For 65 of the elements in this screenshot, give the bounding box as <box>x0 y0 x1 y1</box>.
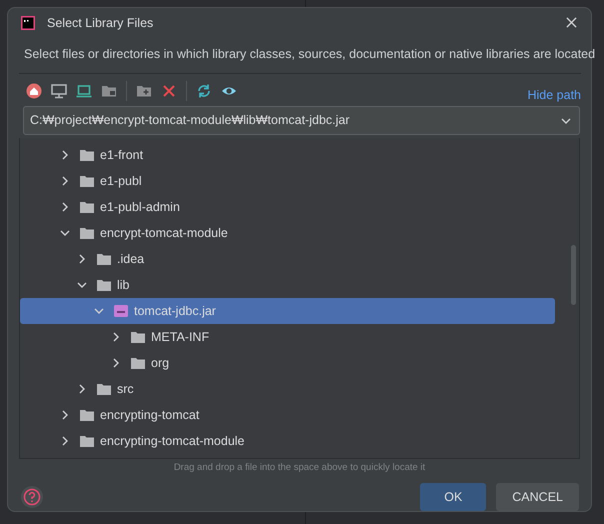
folder-icon <box>97 252 111 265</box>
folder-icon <box>80 408 94 421</box>
laptop-icon[interactable] <box>76 82 92 99</box>
cancel-button[interactable]: CANCEL <box>496 483 579 511</box>
chevron-right-icon[interactable] <box>60 410 70 420</box>
tree-row[interactable]: tomcat-jdbc.jar <box>20 298 555 324</box>
chevron-right-icon[interactable] <box>60 176 70 186</box>
hide-path-link[interactable]: Hide path <box>527 88 581 102</box>
chevron-down-icon[interactable] <box>77 280 87 290</box>
folder-icon <box>80 174 94 187</box>
tree-row[interactable]: e1-publ <box>20 168 555 194</box>
tree-row[interactable]: org <box>20 350 555 376</box>
chevron-right-icon[interactable] <box>60 202 70 212</box>
folder-icon <box>80 434 94 447</box>
folder-icon <box>80 148 94 161</box>
chevron-right-icon[interactable] <box>111 332 121 342</box>
tree-item-label: src <box>117 382 134 396</box>
tree-row[interactable]: .idea <box>20 246 555 272</box>
folder-icon <box>131 356 145 369</box>
tree-item-label: e1-front <box>100 148 144 162</box>
chevron-down-icon[interactable] <box>94 306 104 316</box>
tree-item-label: META-INF <box>151 330 210 344</box>
tree-item-label: .idea <box>117 252 144 266</box>
folder-icon <box>97 382 111 395</box>
app-icon <box>21 16 35 30</box>
tree-item-label: encrypting-tomcat-module <box>100 434 245 448</box>
dialog-description: Select files or directories in which library classes, sources, documentation or native libraries are located <box>24 46 596 62</box>
tree-row[interactable]: e1-publ-admin <box>20 194 555 220</box>
close-icon[interactable] <box>566 17 577 28</box>
archive-icon <box>114 304 128 317</box>
dropdown-caret-icon[interactable] <box>561 116 571 126</box>
tree-item-label: lib <box>117 278 130 292</box>
tree-row[interactable]: encrypt-tomcat-module <box>20 220 555 246</box>
path-field[interactable]: C:₩project₩encrypt-tomcat-module₩lib₩tomcat-jdbc.jar <box>23 106 580 135</box>
folder-icon <box>80 226 94 239</box>
tree-item-label: encrypting-tomcat <box>100 408 200 422</box>
desktop-icon[interactable] <box>51 82 67 99</box>
chevron-right-icon[interactable] <box>77 384 87 394</box>
tree-item-label: tomcat-jdbc.jar <box>134 304 216 318</box>
tree-row[interactable]: encrypting-tomcat <box>20 402 555 428</box>
help-icon[interactable] <box>21 486 43 508</box>
folder-icon <box>80 200 94 213</box>
tree-row[interactable]: encrypting-tomcat-module <box>20 428 555 454</box>
tree-row[interactable]: src <box>20 376 555 402</box>
drop-hint: Drag and drop a file into the space above to quickly locate it <box>172 462 426 473</box>
chevron-down-icon[interactable] <box>60 228 70 238</box>
delete-icon[interactable] <box>161 82 177 99</box>
tree-row[interactable]: lib <box>20 272 555 298</box>
folder-icon <box>131 330 145 343</box>
window-title: Select Library Files <box>47 16 154 30</box>
tree-item-label: org <box>151 356 170 370</box>
refresh-icon[interactable] <box>196 82 212 99</box>
chevron-right-icon[interactable] <box>111 358 121 368</box>
tree-row[interactable]: e1-front <box>20 142 555 168</box>
chevron-right-icon[interactable] <box>77 254 87 264</box>
home-icon[interactable] <box>26 82 42 99</box>
tree-item-label: e1-publ-admin <box>100 200 180 214</box>
chevron-right-icon[interactable] <box>60 150 70 160</box>
chevron-right-icon[interactable] <box>60 436 70 446</box>
ok-button[interactable]: OK <box>420 483 486 511</box>
tree-row[interactable]: META-INF <box>20 324 555 350</box>
tree-item-label: encrypt-tomcat-module <box>100 226 228 240</box>
folder-icon <box>97 278 111 291</box>
scrollbar-thumb[interactable] <box>571 244 576 305</box>
tree-item-label: e1-publ <box>100 174 142 188</box>
